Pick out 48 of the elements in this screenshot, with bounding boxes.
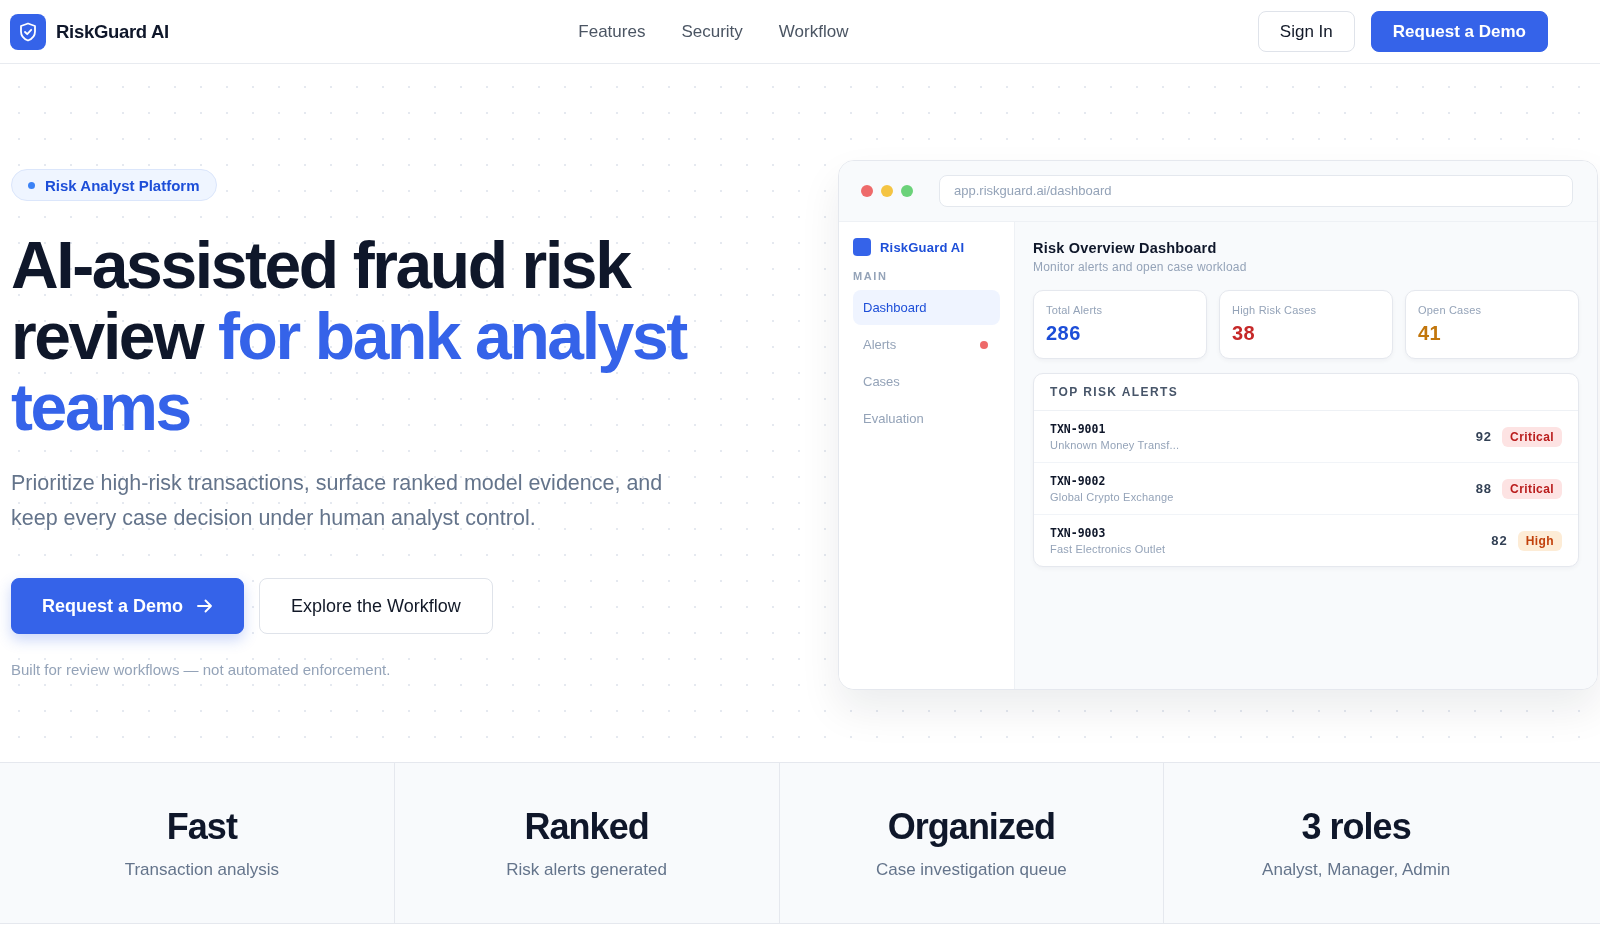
hero-headline: AI-assisted fraud risk review for bank analyst teams [11, 230, 688, 443]
hero-footnote: Built for review workflows — not automated enforcement. [11, 661, 392, 678]
dot-icon [28, 181, 35, 189]
hero-button[interactable]: Explore the Workflow [259, 578, 493, 634]
dashboard-title: Risk Overview Dashboard [1033, 240, 1218, 256]
header-button[interactable]: Sign In [1257, 11, 1355, 52]
logo-square-icon [853, 238, 871, 256]
severity-tag: Critical [1502, 478, 1562, 499]
app-brand-name: RiskGuard AI [880, 239, 965, 255]
stat-title: Fast [166, 806, 237, 848]
risk-score: 92 [1475, 429, 1493, 444]
sidebar-section-label: MAIN [853, 270, 889, 282]
stat-caption: Analyst, Manager, Admin [1262, 860, 1451, 880]
stat-caption: Transaction analysis [124, 860, 280, 880]
metric-label: Open Cases [1418, 304, 1483, 316]
dashboard-subtitle: Monitor alerts and open case workload [1033, 260, 1248, 274]
nav-link[interactable]: Features [578, 21, 646, 42]
hero-description: Prioritize high-risk transactions, surface ranked model evidence, and keep every case decision under human analyst control. [11, 470, 664, 532]
nav-link[interactable]: Workflow [778, 21, 849, 42]
sidebar-item[interactable]: Dashboard [853, 290, 1000, 325]
risk-score: 82 [1491, 533, 1508, 548]
metric-label: High Risk Cases [1232, 304, 1318, 316]
merchant-name: Global Crypto Exchange [1050, 491, 1174, 503]
hero-button[interactable]: Request a Demo [11, 578, 245, 634]
brand-name: RiskGuard AI [56, 20, 169, 43]
metric-value: 286 [1046, 322, 1082, 345]
stat-title: Organized [887, 806, 1055, 848]
risk-score: 88 [1475, 481, 1493, 496]
metric-value: 38 [1232, 322, 1257, 345]
transaction-id: TXN-9002 [1050, 474, 1107, 488]
shield-check-logo-icon [10, 13, 46, 50]
stat-title: 3 roles [1301, 806, 1411, 848]
merchant-name: Fast Electronics Outlet [1050, 543, 1166, 555]
stat-caption: Risk alerts generated [506, 860, 667, 880]
stat-title: Ranked [524, 806, 649, 848]
severity-tag: High [1517, 530, 1562, 551]
merchant-name: Unknown Money Transf... [1050, 439, 1180, 451]
header-button[interactable]: Request a Demo [1370, 11, 1548, 52]
panel-heading: TOP RISK ALERTS [1034, 374, 1578, 411]
nav-link[interactable]: Security [681, 21, 743, 42]
transaction-id: TXN-9003 [1050, 526, 1107, 540]
badge-label: Risk Analyst Platform [45, 176, 200, 194]
metric-value: 41 [1418, 322, 1443, 345]
metric-label: Total Alerts [1046, 304, 1104, 316]
window-controls-icon [861, 185, 913, 197]
severity-tag: Critical [1502, 426, 1562, 447]
transaction-id: TXN-9001 [1050, 422, 1107, 436]
stat-caption: Case investigation queue [875, 860, 1067, 880]
